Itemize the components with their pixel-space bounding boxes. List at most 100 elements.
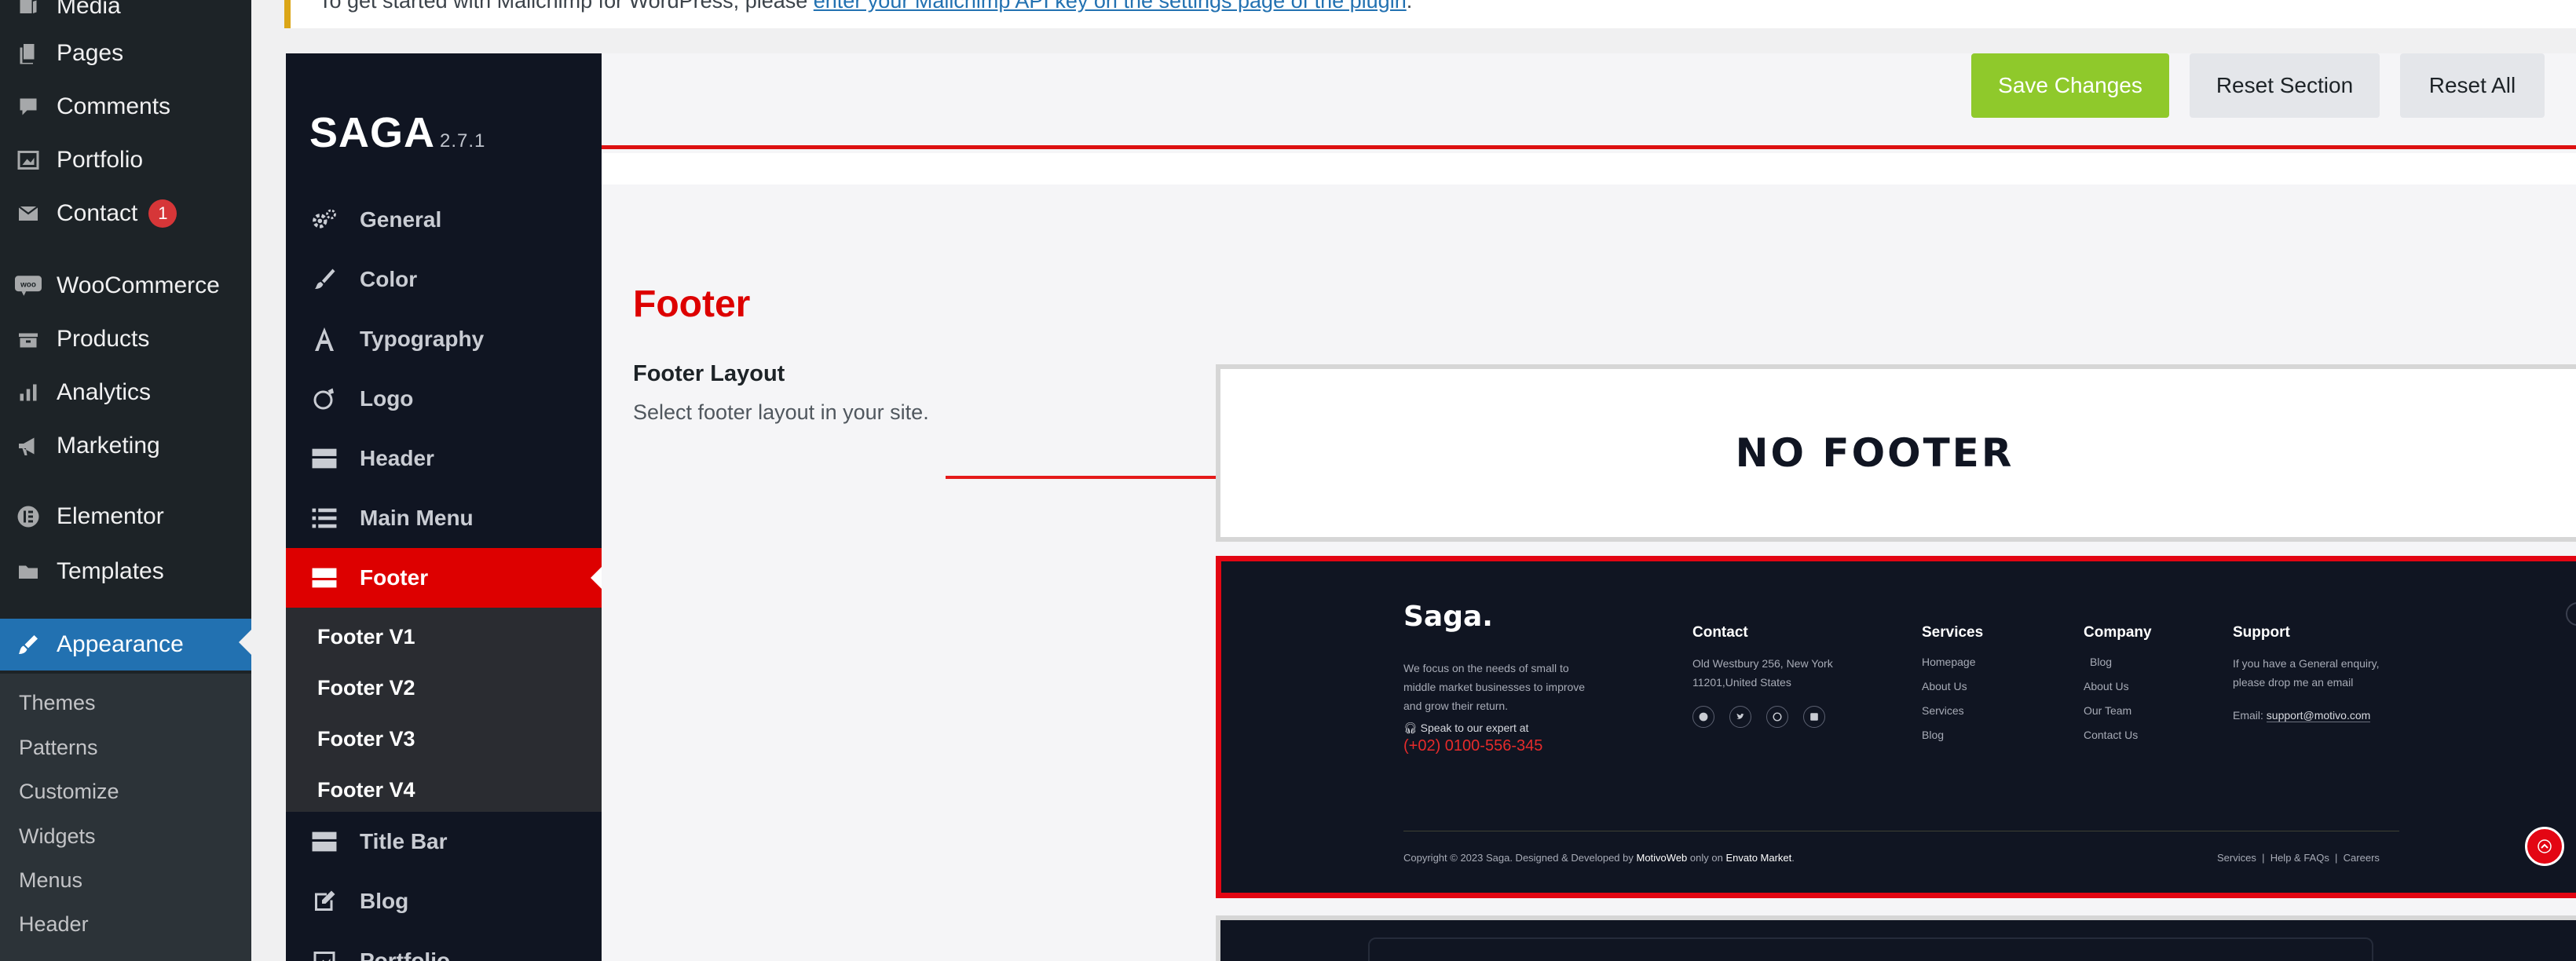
comments-icon <box>0 95 57 119</box>
wp-menu-label: Contact <box>57 200 138 226</box>
admin-notice: To get started with Mailchimp for WordPr… <box>284 0 2576 28</box>
wp-menu-label: Comments <box>57 93 171 119</box>
preview-contact-address: Old Westbury 256, New York <box>1692 657 1833 670</box>
wp-menu-contact[interactable]: Contact 1 <box>0 190 251 237</box>
preview-edge-circle <box>2566 602 2576 626</box>
saga-menu-typography[interactable]: Typography <box>286 309 602 369</box>
copyright-market: Envato Market <box>1725 852 1792 864</box>
footer-submenu-v1[interactable]: Footer V1 <box>317 625 415 649</box>
saga-menu-label: Title Bar <box>360 829 448 853</box>
field-description: Select footer layout in your site. <box>633 400 929 424</box>
footer-submenu-v4[interactable]: Footer V4 <box>317 778 415 802</box>
pages-icon <box>0 42 57 65</box>
preview-contact-address: 11201,United States <box>1692 676 1791 689</box>
wp-menu-templates[interactable]: Templates <box>0 548 251 595</box>
preview-company-link: Our Team <box>2084 704 2132 717</box>
saga-menu-portfolio[interactable]: Portfolio <box>286 931 602 961</box>
wp-submenu-customize[interactable]: Customize <box>19 780 119 804</box>
preview-contact-title: Contact <box>1692 624 1748 641</box>
footer-layout-option-v2[interactable] <box>1216 915 2576 961</box>
preview-company-link: Contact Us <box>2084 729 2139 741</box>
portfolio-icon <box>0 148 57 172</box>
preview-logo: Saga. <box>1403 601 1493 633</box>
copyright-prefix: Copyright © 2023 Saga. Designed & Develo… <box>1403 852 1637 864</box>
wp-menu-label: Appearance <box>57 631 184 657</box>
preview-phone: (+02) 0100-556-345 <box>1403 737 1543 755</box>
brush-icon <box>0 633 57 656</box>
saga-menu-label: Main Menu <box>360 506 474 530</box>
wp-appearance-submenu: Themes Patterns Customize Widgets Menus … <box>0 674 251 961</box>
saga-logo-text: SAGA <box>309 109 436 156</box>
notice-message: To get started with Mailchimp for WordPr… <box>319 0 814 13</box>
saga-menu-general[interactable]: General <box>286 190 602 250</box>
headset-icon: 🎧︎ <box>1403 722 1421 734</box>
footer-submenu: Footer V1 Footer V2 Footer V3 Footer V4 <box>286 608 602 812</box>
footer-layout-option-none[interactable]: NO FOOTER <box>1216 364 2576 542</box>
options-toolbar: Save Changes Reset Section Reset All <box>602 53 2576 149</box>
notice-end: . <box>1406 0 1413 13</box>
preview-support-email-row: Email: support@motivo.com <box>2233 706 2371 725</box>
saga-menu-footer[interactable]: Footer <box>286 548 602 608</box>
wp-menu-appearance[interactable]: Appearance <box>0 619 251 671</box>
wp-menu-portfolio[interactable]: Portfolio <box>0 137 251 184</box>
save-changes-button[interactable]: Save Changes <box>1971 53 2169 118</box>
facebook-icon <box>1692 706 1714 728</box>
saga-menu-label: Blog <box>360 889 409 913</box>
folder-icon <box>0 560 57 583</box>
preview-services-link: Blog <box>1922 729 1945 741</box>
wp-menu-elementor[interactable]: Elementor <box>0 493 251 540</box>
wp-submenu-themes[interactable]: Themes <box>19 691 96 715</box>
wp-menu-woocommerce[interactable]: woo WooCommerce <box>0 262 251 309</box>
saga-menu-main-menu[interactable]: Main Menu <box>286 488 602 548</box>
footer-submenu-v2[interactable]: Footer V2 <box>317 676 415 700</box>
saga-menu-label: Footer <box>360 565 429 590</box>
wp-submenu-widgets[interactable]: Widgets <box>19 824 96 849</box>
copyright-end: . <box>1791 852 1795 864</box>
portfolio-icon <box>289 949 360 961</box>
footer-layout-option-v1[interactable]: Saga. We focus on the needs of small to … <box>1216 556 2576 898</box>
preview-bottom-link: Help & FAQs <box>2270 852 2329 864</box>
saga-menu-label: General <box>360 207 442 232</box>
wp-menu-marketing[interactable]: Marketing <box>0 422 251 470</box>
preview-services-link: Services <box>1922 704 1964 717</box>
preview-services-title: Services <box>1922 624 1984 641</box>
preview-about-line: We focus on the needs of small to <box>1403 662 1569 674</box>
wp-menu-label: Marketing <box>57 433 160 459</box>
preview-bottom-link: Services <box>2217 852 2256 864</box>
wp-menu-comments[interactable]: Comments <box>0 83 251 130</box>
dribbble-icon <box>1766 706 1788 728</box>
saga-menu-logo[interactable]: Logo <box>286 369 602 429</box>
typography-icon <box>289 326 360 353</box>
saga-menu-header[interactable]: Header <box>286 429 602 488</box>
products-icon <box>0 327 57 351</box>
reset-all-button[interactable]: Reset All <box>2400 53 2545 118</box>
saga-menu-label: Logo <box>360 386 414 411</box>
preview-support-text: If you have a General enquiry, <box>2233 657 2380 670</box>
reset-section-button[interactable]: Reset Section <box>2190 53 2380 118</box>
wp-submenu-header[interactable]: Header <box>19 912 89 937</box>
preview-bottom-link: Careers <box>2343 852 2380 864</box>
mailchimp-settings-link[interactable]: enter your Mailchimp API key on the sett… <box>814 0 1407 13</box>
wp-menu-pages[interactable]: Pages <box>0 30 251 77</box>
wp-submenu-menus[interactable]: Menus <box>19 868 82 893</box>
wp-menu-products[interactable]: Products <box>0 316 251 363</box>
saga-version: 2.7.1 <box>440 130 486 152</box>
footer-submenu-v3[interactable]: Footer V3 <box>317 727 415 751</box>
title-bar-icon <box>289 831 360 853</box>
wp-menu-media[interactable]: Media <box>0 0 251 30</box>
preview-about-line: middle market businesses to improve <box>1403 681 1586 693</box>
preview-services-link: About Us <box>1922 680 1967 692</box>
wp-menu-analytics[interactable]: Analytics <box>0 369 251 416</box>
saga-menu-color[interactable]: Color <box>286 250 602 309</box>
wp-menu-label: Media <box>57 0 121 19</box>
no-footer-label: NO FOOTER <box>1735 430 2014 476</box>
preview-company-link: Blog <box>2090 656 2113 668</box>
preview-company-link: About Us <box>2084 680 2129 692</box>
saga-menu-title-bar[interactable]: Title Bar <box>286 812 602 871</box>
notification-badge: 1 <box>148 199 177 228</box>
analytics-icon <box>0 381 57 404</box>
saga-menu-blog[interactable]: Blog <box>286 871 602 931</box>
wp-menu-label: Analytics <box>57 379 152 405</box>
wp-submenu-patterns[interactable]: Patterns <box>19 736 98 760</box>
preview-speak-text: Speak to our expert at <box>1420 722 1529 734</box>
